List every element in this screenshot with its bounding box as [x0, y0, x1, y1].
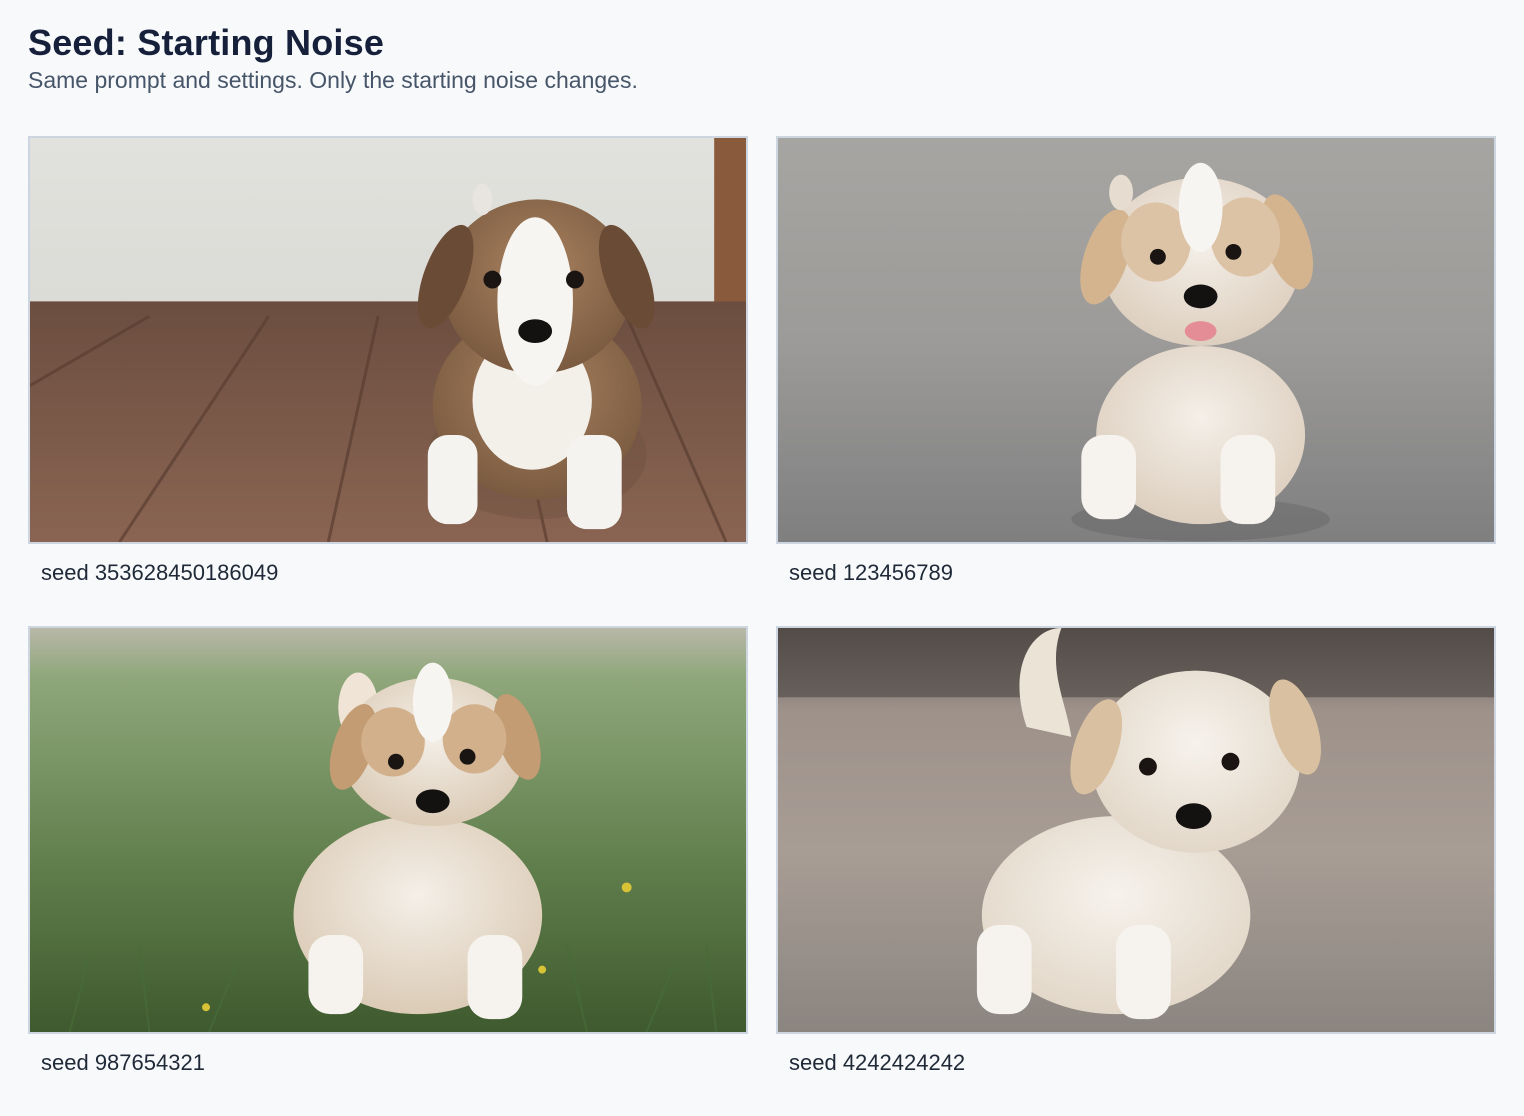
- puppy-image: [778, 138, 1494, 542]
- seed-caption: seed 353628450186049: [41, 560, 279, 585]
- puppy-image: [778, 628, 1494, 1032]
- page-subtitle: Same prompt and settings. Only the start…: [28, 67, 638, 93]
- page-title: Seed: Starting Noise: [28, 22, 385, 63]
- seed-caption: seed 987654321: [41, 1050, 205, 1075]
- generated-image[interactable]: [776, 136, 1496, 544]
- image-card: seed 353628450186049: [28, 136, 748, 586]
- image-card: seed 987654321: [28, 626, 748, 1076]
- puppy-image: [30, 628, 746, 1032]
- page-header: Seed: Starting Noise Same prompt and set…: [28, 22, 638, 94]
- image-card: seed 4242424242: [776, 626, 1496, 1076]
- generated-image[interactable]: [28, 626, 748, 1034]
- generated-image[interactable]: [28, 136, 748, 544]
- image-card: seed 123456789: [776, 136, 1496, 586]
- seed-caption: seed 123456789: [789, 560, 953, 585]
- puppy-image: [30, 138, 746, 542]
- seed-caption: seed 4242424242: [789, 1050, 966, 1075]
- generated-image[interactable]: [776, 626, 1496, 1034]
